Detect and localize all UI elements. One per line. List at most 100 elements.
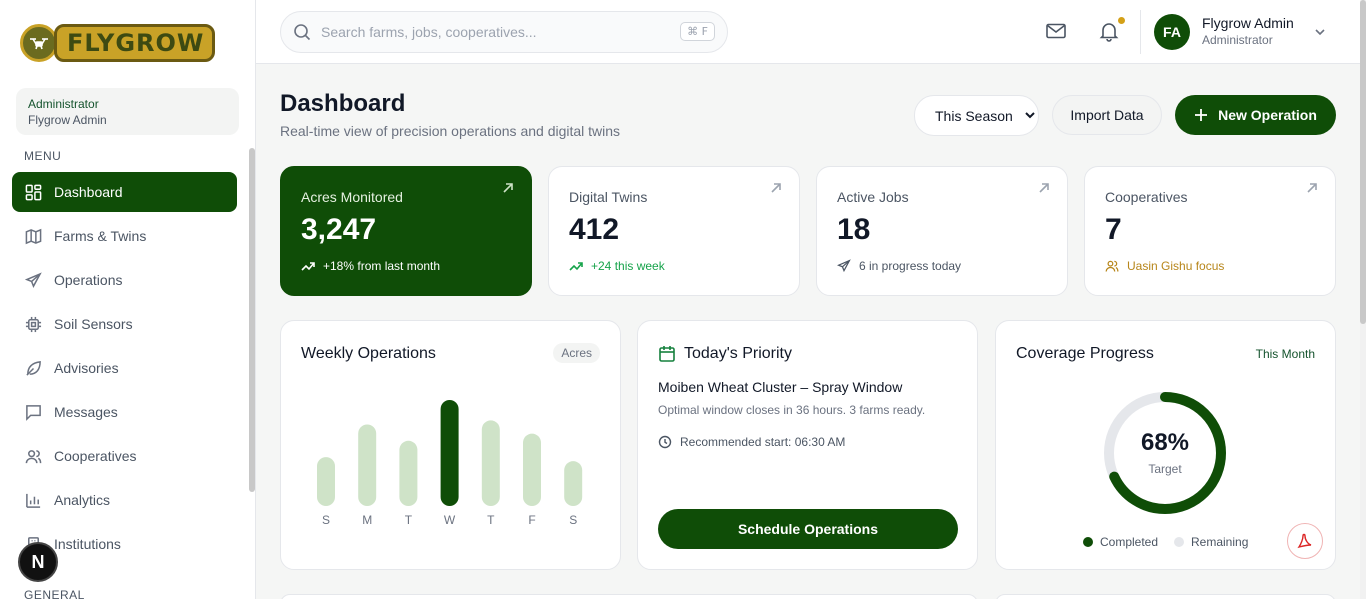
search-bar[interactable]: ⌘ F xyxy=(280,11,728,53)
page-subtitle: Real-time view of precision operations a… xyxy=(280,123,621,139)
pdf-icon[interactable] xyxy=(1287,523,1323,559)
chip-icon xyxy=(25,316,42,332)
search-shortcut-hint: ⌘ F xyxy=(680,22,715,41)
page-title: Dashboard xyxy=(280,90,406,117)
season-select[interactable]: This Season xyxy=(914,95,1039,136)
sidebar-item-analytics[interactable]: Analytics xyxy=(12,480,237,520)
new-operation-label: New Operation xyxy=(1218,107,1317,123)
bar-label-5: F xyxy=(528,513,535,527)
bar-4[interactable] xyxy=(481,420,500,506)
bar-chart-icon xyxy=(26,493,41,508)
search-input[interactable] xyxy=(321,24,661,40)
coverage-progress-card: Coverage Progress This Month 68% Target … xyxy=(995,320,1336,570)
sidebar-item-dashboard[interactable]: Dashboard xyxy=(12,172,237,212)
user-card-role: Administrator xyxy=(28,97,99,111)
schedule-operations-button[interactable]: Schedule Operations xyxy=(658,509,958,549)
topbar-divider xyxy=(1140,10,1141,54)
todays-priority-card: Today's Priority Moiben Wheat Cluster – … xyxy=(637,320,978,570)
map-icon xyxy=(25,228,42,244)
users-icon xyxy=(25,449,42,463)
unit-pill[interactable]: Acres xyxy=(553,343,600,363)
brand-name: FLYGROW xyxy=(54,24,216,62)
message-icon xyxy=(26,404,41,421)
page-scrollbar[interactable] xyxy=(1360,0,1366,599)
bar-0[interactable] xyxy=(317,457,335,506)
stat-card-active-jobs[interactable]: Active Jobs 18 6 in progress today xyxy=(816,166,1068,296)
bar-5[interactable] xyxy=(523,433,541,506)
bar-1[interactable] xyxy=(358,424,377,506)
search-icon xyxy=(294,24,311,41)
card-title: Today's Priority xyxy=(684,345,792,362)
profile-role: Administrator xyxy=(1202,33,1273,47)
stat-value: 18 xyxy=(837,213,871,246)
recommended-start-text: Recommended start: 06:30 AM xyxy=(680,435,846,449)
bar-label-1: M xyxy=(362,513,372,527)
sidebar-item-soil-sensors[interactable]: Soil Sensors xyxy=(12,304,237,344)
sidebar-item-label: Operations xyxy=(54,272,123,288)
stat-value: 412 xyxy=(569,213,620,246)
stat-label: Active Jobs xyxy=(837,189,909,205)
mail-icon[interactable] xyxy=(1045,20,1067,42)
page-scrollbar-thumb[interactable] xyxy=(1360,0,1366,324)
stat-label: Cooperatives xyxy=(1105,189,1188,205)
stat-value: 7 xyxy=(1105,213,1122,246)
sidebar-item-label: Dashboard xyxy=(54,184,123,200)
bell-icon[interactable] xyxy=(1098,20,1120,42)
chevron-down-icon[interactable] xyxy=(1312,24,1328,40)
menu-section-title: MENU xyxy=(24,149,62,163)
bar-label-2: T xyxy=(405,513,413,527)
plus-icon xyxy=(1195,109,1208,121)
stat-foot: Uasin Gishu focus xyxy=(1105,259,1224,273)
sidebar-item-operations[interactable]: Operations xyxy=(12,260,237,300)
bar-2[interactable] xyxy=(399,440,418,506)
arrow-up-right-icon xyxy=(503,183,513,193)
sidebar-item-cooperatives[interactable]: Cooperatives xyxy=(12,436,237,476)
sidebar-item-advisories[interactable]: Advisories xyxy=(12,348,237,388)
stat-card-digital-twins[interactable]: Digital Twins 412 +24 this week xyxy=(548,166,800,296)
stat-foot-text: +24 this week xyxy=(591,259,665,273)
sidebar-nav: Dashboard Farms & Twins Operations Soil … xyxy=(12,172,237,568)
sidebar-item-messages[interactable]: Messages xyxy=(12,392,237,432)
dashboard-icon xyxy=(25,184,42,200)
sidebar-item-farms-twins[interactable]: Farms & Twins xyxy=(12,216,237,256)
recommended-start: Recommended start: 06:30 AM xyxy=(658,435,845,449)
period-link[interactable]: This Month xyxy=(1256,347,1315,361)
weekly-bar-chart: SMTWTFS xyxy=(317,400,583,527)
legend-dot xyxy=(1083,537,1093,547)
new-operation-button[interactable]: New Operation xyxy=(1175,95,1336,135)
stat-card-acres[interactable]: Acres Monitored 3,247 +18% from last mon… xyxy=(280,166,532,296)
user-card: Administrator Flygrow Admin xyxy=(16,88,239,135)
bar-label-4: T xyxy=(487,513,495,527)
drone-icon xyxy=(20,24,58,62)
notification-dot xyxy=(1118,17,1125,24)
priority-headline: Moiben Wheat Cluster – Spray Window xyxy=(658,379,903,395)
bar-6[interactable] xyxy=(564,461,583,506)
bar-label-6: S xyxy=(569,513,577,527)
import-data-button[interactable]: Import Data xyxy=(1052,95,1162,135)
stat-foot: 6 in progress today xyxy=(837,259,961,273)
sidebar-item-label: Farms & Twins xyxy=(54,228,147,244)
bottom-card-left xyxy=(280,594,978,599)
brand-logo[interactable]: FLYGROW xyxy=(20,22,216,64)
coverage-value: 68% xyxy=(1140,429,1190,456)
card-title: Weekly Operations xyxy=(301,345,436,362)
bar-3[interactable] xyxy=(440,400,459,506)
coverage-label: Target xyxy=(1148,462,1182,476)
weekly-operations-card: Weekly Operations Acres S M T W T F S xyxy=(280,320,621,570)
plane-icon xyxy=(25,271,42,288)
legend-dot xyxy=(1174,537,1184,547)
sidebar-item-label: Cooperatives xyxy=(54,448,137,464)
sidebar-item-label: Soil Sensors xyxy=(54,316,133,332)
sidebar-scrollbar[interactable] xyxy=(249,148,255,492)
user-card-name: Flygrow Admin xyxy=(28,113,107,127)
avatar[interactable]: FA xyxy=(1154,14,1190,50)
dev-tools-badge[interactable]: N xyxy=(18,542,58,582)
stat-label: Digital Twins xyxy=(569,189,648,205)
stat-value: 3,247 xyxy=(301,213,377,246)
stat-card-cooperatives[interactable]: Cooperatives 7 Uasin Gishu focus xyxy=(1084,166,1336,296)
users-icon xyxy=(1105,260,1119,272)
stat-foot-text: +18% from last month xyxy=(323,259,441,273)
arrow-up-right-icon xyxy=(1039,183,1049,193)
profile-name[interactable]: Flygrow Admin xyxy=(1202,15,1294,31)
priority-description: Optimal window closes in 36 hours. 3 far… xyxy=(658,403,926,417)
